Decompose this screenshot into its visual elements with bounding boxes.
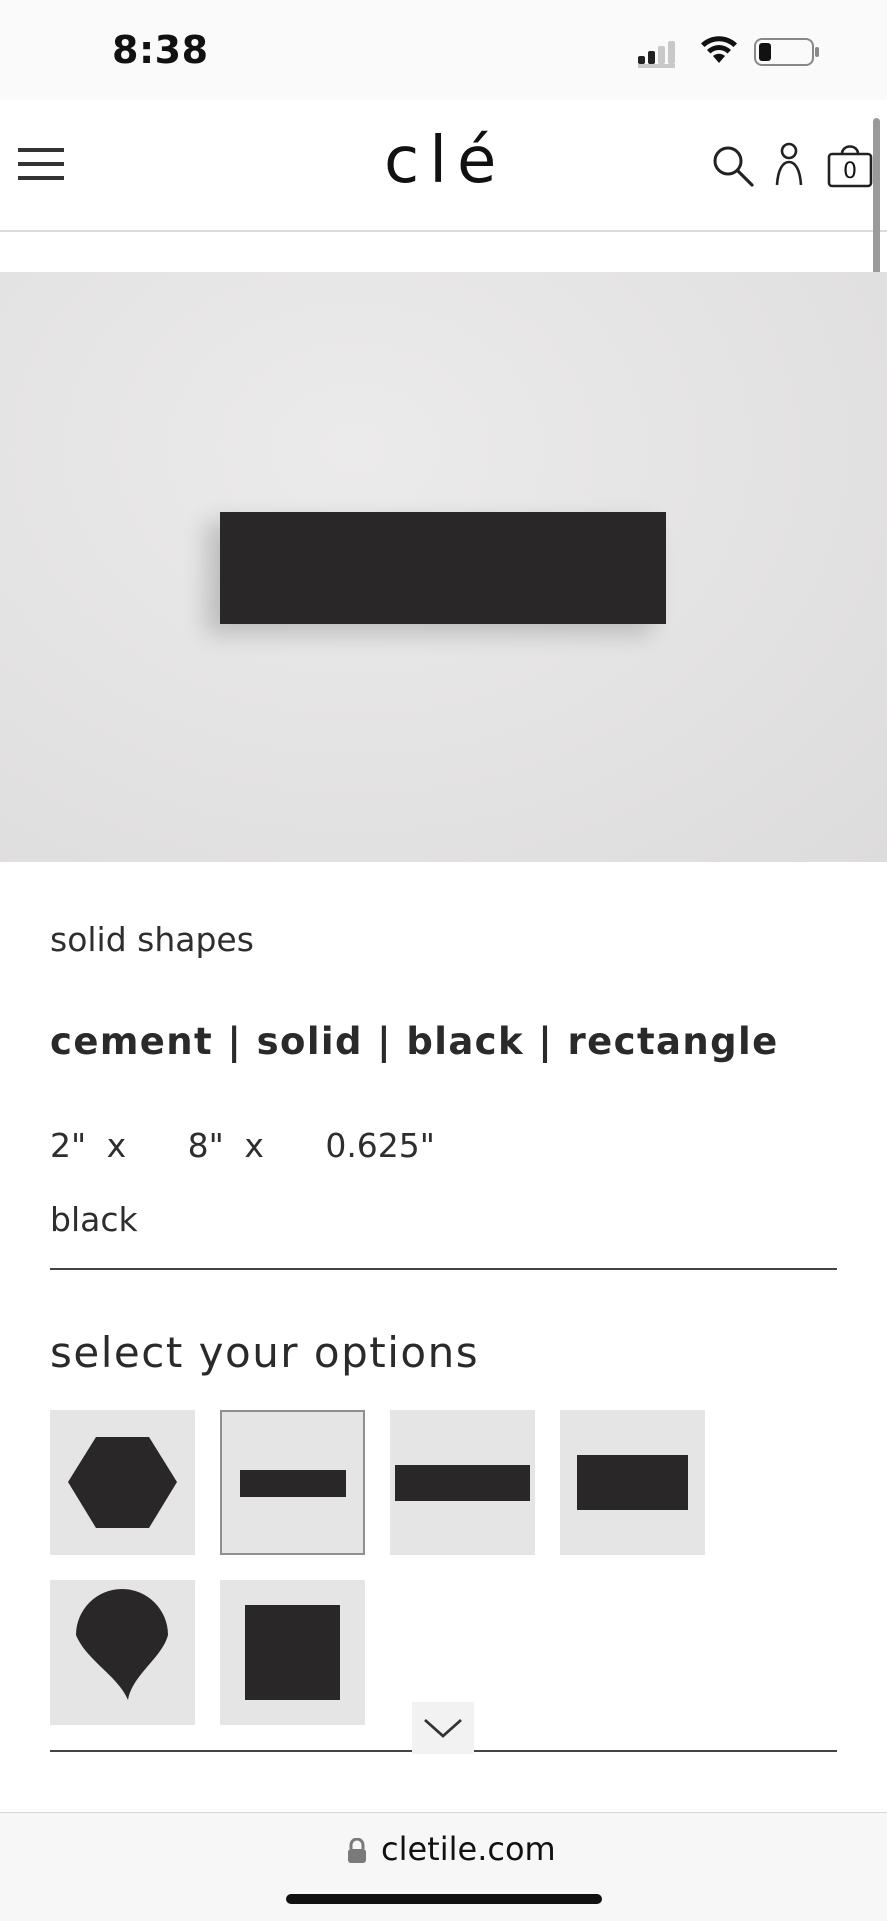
lock-icon — [348, 1838, 366, 1863]
hexagon-tile-icon — [68, 1437, 177, 1528]
square-tile-icon — [245, 1605, 340, 1700]
wide-rectangle-tile-icon — [577, 1455, 688, 1510]
long-rectangle-tile-icon — [395, 1465, 530, 1501]
fan-tile-icon — [76, 1589, 168, 1700]
battery-icon — [754, 38, 819, 66]
site-logo[interactable]: clé — [384, 124, 506, 198]
scroll-down-button[interactable] — [412, 1702, 474, 1754]
option-fan[interactable] — [50, 1580, 195, 1725]
rectangle-tile-icon — [240, 1470, 346, 1497]
cart-count-badge: 0 — [843, 159, 857, 184]
browser-url[interactable]: cletile.com — [381, 1830, 556, 1868]
option-square[interactable] — [220, 1580, 365, 1725]
status-time: 8:38 — [112, 28, 209, 72]
menu-icon[interactable] — [18, 146, 64, 182]
home-indicator[interactable] — [286, 1894, 602, 1904]
wifi-icon — [701, 36, 737, 63]
product-title: cement | solid | black | rectangle — [50, 1020, 779, 1063]
option-rectangle-2x8[interactable] — [220, 1410, 365, 1555]
product-dimensions: 2" x 8" x 0.625" — [50, 1126, 435, 1165]
cellular-signal-icon — [638, 41, 675, 68]
option-rectangle-3x12[interactable] — [390, 1410, 535, 1555]
options-heading: select your options — [50, 1328, 480, 1377]
hero-tile-rectangle — [220, 512, 666, 624]
account-icon[interactable] — [774, 142, 804, 186]
search-icon[interactable] — [712, 145, 754, 187]
product-collection[interactable]: solid shapes — [50, 920, 254, 959]
chevron-down-icon — [424, 1718, 462, 1738]
product-color: black — [50, 1200, 138, 1239]
section-divider — [50, 1268, 837, 1270]
option-hexagon[interactable] — [50, 1410, 195, 1555]
option-rectangle-4x8[interactable] — [560, 1410, 705, 1555]
